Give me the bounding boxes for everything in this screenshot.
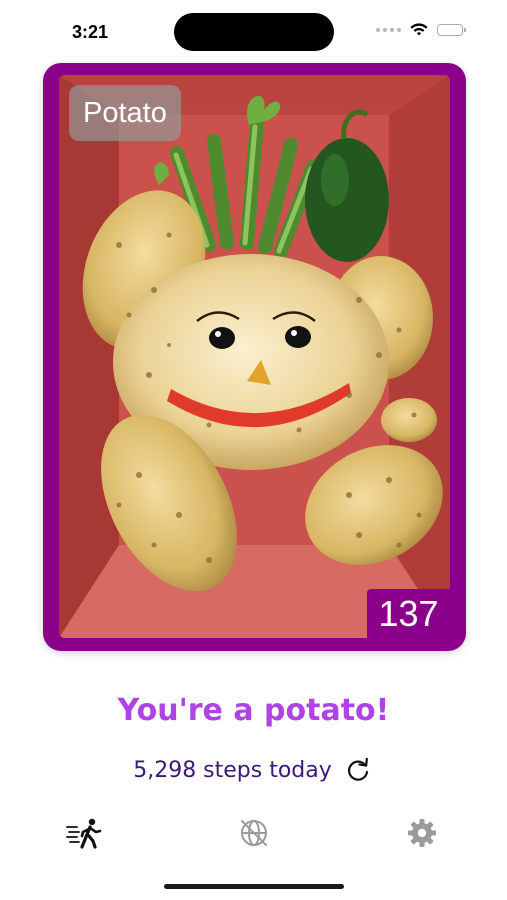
- steps-count-text: 5,298 steps today: [133, 757, 332, 783]
- character-name-label: Potato: [69, 85, 181, 141]
- battery-icon: [437, 23, 466, 36]
- globe-crossed-icon: [241, 820, 267, 846]
- refresh-button[interactable]: [342, 754, 374, 786]
- dynamic-island: [174, 13, 334, 51]
- tab-bar: [0, 808, 507, 858]
- result-headline: You're a potato!: [117, 693, 390, 728]
- gear-icon: [408, 819, 436, 847]
- cellular-signal-icon: [376, 27, 401, 32]
- potato-character-image: [59, 75, 450, 638]
- status-icons: [376, 22, 466, 37]
- steps-row: 5,298 steps today: [0, 754, 507, 786]
- tab-settings[interactable]: [392, 808, 452, 858]
- wifi-icon: [410, 23, 428, 36]
- tab-explore[interactable]: [224, 808, 284, 858]
- status-time: 3:21: [72, 22, 109, 42]
- tab-walk[interactable]: [55, 808, 115, 858]
- score-badge: 137: [367, 589, 450, 638]
- refresh-icon: [347, 757, 368, 781]
- home-indicator[interactable]: [164, 884, 344, 889]
- character-card[interactable]: Potato 137: [43, 63, 466, 651]
- walking-person-icon: [66, 818, 102, 849]
- status-bar: 3:21: [0, 0, 507, 60]
